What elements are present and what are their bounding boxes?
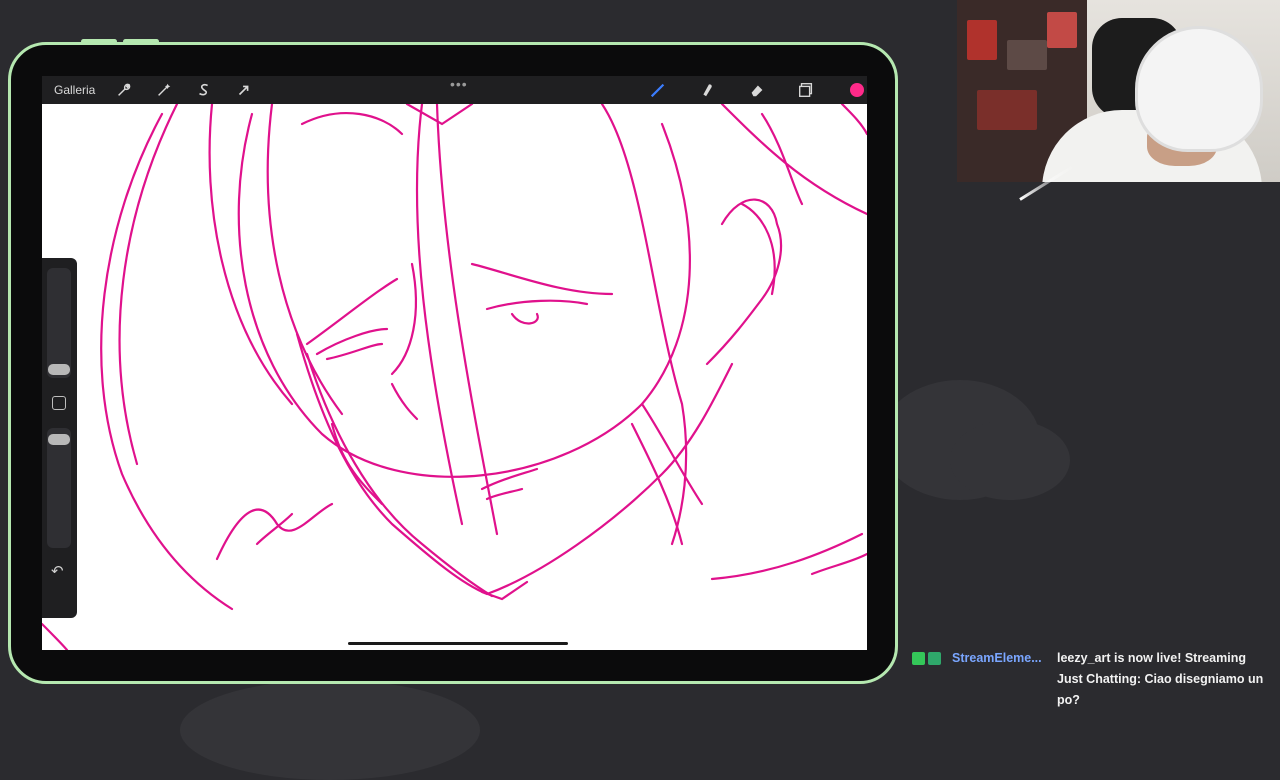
sketch-stroke: [640, 402, 704, 506]
sketch-stroke: [470, 262, 614, 296]
selection-s-icon[interactable]: [194, 80, 214, 100]
opacity-knob[interactable]: [48, 434, 70, 445]
pink-sketch-canvas[interactable]: [42, 104, 867, 650]
eraser-icon[interactable]: [747, 80, 767, 100]
chat-message: leezy_art is now live! Streaming Just Ch…: [1057, 651, 1264, 707]
sketch-stroke: [435, 104, 499, 536]
brush-size-slider[interactable]: [47, 268, 71, 378]
verified-bot-badge-icon: [928, 652, 941, 665]
gallery-button[interactable]: Galleria: [54, 83, 95, 97]
sketch-stroke: [315, 327, 389, 356]
procreate-toolbar: Galleria •••: [42, 76, 867, 104]
magic-wand-icon[interactable]: [154, 80, 174, 100]
sketch-stroke: [305, 352, 494, 598]
procreate-sidebar: ↶: [42, 258, 77, 618]
background-cloud: [180, 680, 480, 780]
sketch-stroke: [118, 104, 179, 466]
sketch-stroke: [266, 104, 344, 416]
sketch-stroke: [510, 312, 539, 325]
sketch-stroke: [705, 198, 783, 366]
sketch-stroke: [215, 502, 334, 561]
sketch-stroke: [42, 622, 69, 650]
smudge-icon[interactable]: [697, 80, 717, 100]
sketch-stroke: [480, 580, 529, 601]
sketch-stroke: [295, 332, 734, 596]
sketch-stroke: [600, 104, 688, 546]
webcam-person-hat: [1135, 26, 1263, 152]
opacity-slider[interactable]: [47, 428, 71, 548]
modify-button[interactable]: [52, 396, 66, 410]
wrench-icon[interactable]: [114, 80, 134, 100]
undo-icon[interactable]: ↶: [51, 562, 64, 580]
chat-badges: [912, 652, 941, 665]
webcam-shelf-item: [1007, 40, 1047, 70]
sketch-stroke: [810, 552, 867, 576]
sketch-stroke: [740, 202, 776, 296]
webcam-shelf-item: [977, 90, 1037, 130]
ipad-top-button: [123, 39, 159, 44]
webcam-shelf-item: [967, 20, 997, 60]
sketch-stroke: [485, 299, 589, 311]
webcam-feed: [957, 0, 1280, 182]
moderator-badge-icon: [912, 652, 925, 665]
arrow-transform-icon[interactable]: [234, 80, 254, 100]
sketch-stroke: [485, 487, 524, 501]
webcam-shelf-item: [1047, 12, 1077, 48]
sketch-stroke: [405, 104, 474, 126]
background-cloud: [950, 420, 1070, 500]
sketch-stroke: [710, 532, 864, 581]
sketch-stroke: [840, 104, 867, 136]
sketch-stroke: [325, 342, 384, 361]
more-handle[interactable]: •••: [450, 76, 468, 92]
sketch-stroke: [208, 104, 294, 406]
color-picker-button[interactable]: [850, 83, 864, 97]
sketch-stroke: [305, 277, 399, 346]
ipad-top-button: [81, 39, 117, 44]
chat-username[interactable]: StreamEleme...: [952, 648, 1052, 669]
home-indicator: [348, 642, 568, 645]
sketch-stroke: [300, 112, 404, 136]
sketch-stroke: [720, 104, 867, 216]
sketch-stroke: [237, 112, 691, 478]
sketch-stroke: [630, 422, 684, 546]
brush-icon[interactable]: [648, 80, 668, 100]
sketch-stroke: [390, 382, 419, 421]
layers-icon[interactable]: [796, 80, 816, 100]
brush-size-knob[interactable]: [48, 364, 70, 375]
